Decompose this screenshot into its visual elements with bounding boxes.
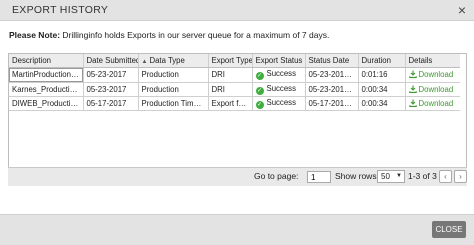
close-icon[interactable]: ×	[458, 2, 466, 18]
cell-data-type: Production	[138, 82, 209, 97]
col-header-status-date[interactable]: Status Date	[305, 54, 359, 68]
sort-asc-icon: ▲	[141, 58, 148, 65]
status-text: Success	[266, 97, 296, 107]
cell-description: DIWEB_Production...	[9, 96, 84, 111]
goto-page-label: Go to page:	[254, 171, 299, 181]
dialog-title: EXPORT HISTORY	[12, 4, 109, 16]
rows-per-page-value: 50	[381, 172, 390, 181]
pagination-bar: Go to page: Show rows: 50 ▼ 1-3 of 3 ‹ ›	[8, 167, 467, 186]
table-header-row: Description Date Submitted ▲ Data Type Ex…	[9, 54, 460, 68]
cell-details: Download	[405, 96, 460, 111]
goto-page-input[interactable]	[307, 171, 331, 183]
cell-data-type: Production	[138, 67, 209, 83]
cell-duration: 0:00:34	[358, 96, 406, 111]
col-header-export-status[interactable]: Export Status	[252, 54, 306, 68]
cell-description-text: MartinProduction D...	[9, 67, 82, 81]
cell-duration: 0:00:34	[358, 82, 406, 97]
download-link-label: Download	[418, 70, 454, 79]
download-icon	[408, 99, 417, 107]
show-rows-label: Show rows:	[335, 171, 379, 181]
download-icon	[408, 85, 417, 93]
cell-date-submitted: 05-17-2017	[83, 96, 139, 111]
cell-date-submitted: 05-23-2017	[83, 67, 139, 83]
cell-export-status: ✓ Success	[252, 82, 306, 97]
cell-status-date: 05-23-2017...	[305, 67, 359, 83]
retention-note: Please Note: Drillinginfo holds Exports …	[9, 30, 329, 40]
cell-export-type: Export for...	[208, 96, 253, 111]
chevron-down-icon: ▼	[396, 173, 402, 179]
cell-export-type: DRI	[208, 82, 253, 97]
export-history-table: Description Date Submitted ▲ Data Type Ex…	[9, 54, 460, 111]
cell-status-date: 05-17-2017...	[305, 96, 359, 111]
col-header-data-type[interactable]: ▲ Data Type	[138, 54, 209, 68]
rows-per-page-select[interactable]: 50 ▼	[377, 170, 405, 183]
cell-details: Download	[405, 82, 460, 97]
dialog-footer: CLOSE	[0, 214, 474, 245]
note-text: Drillinginfo holds Exports in our server…	[60, 30, 330, 40]
col-header-details[interactable]: Details	[405, 54, 460, 68]
col-header-duration[interactable]: Duration	[358, 54, 406, 68]
download-link[interactable]: Download	[408, 98, 454, 108]
close-button[interactable]: CLOSE	[432, 221, 466, 238]
cell-details: Download	[405, 67, 460, 83]
download-link-label: Download	[418, 84, 454, 94]
dialog-header: EXPORT HISTORY ×	[0, 0, 474, 21]
col-header-export-type[interactable]: Export Type	[208, 54, 253, 68]
next-page-button[interactable]: ›	[454, 170, 467, 183]
success-check-icon: ✓	[255, 72, 264, 80]
table-row[interactable]: MartinProduction D... 05-23-2017 Product…	[9, 67, 460, 83]
cell-status-date: 05-23-2017...	[305, 82, 359, 97]
page-range-text: 1-3 of 3	[408, 171, 437, 181]
table-row[interactable]: Karnes_Production... 05-23-2017 Producti…	[9, 82, 460, 97]
download-icon	[408, 70, 417, 78]
cell-date-submitted: 05-23-2017	[83, 82, 139, 97]
cell-export-status: ✓ Success	[252, 67, 306, 83]
export-history-dialog: EXPORT HISTORY × Please Note: Drillingin…	[0, 0, 474, 245]
status-text: Success	[266, 69, 296, 78]
cell-data-type: Production Time ...	[138, 96, 209, 111]
col-header-description[interactable]: Description	[9, 54, 84, 68]
cell-description: Karnes_Production...	[9, 82, 84, 97]
prev-page-button[interactable]: ‹	[439, 170, 452, 183]
cell-export-status: ✓ Success	[252, 96, 306, 111]
col-header-data-type-label: Data Type	[149, 55, 185, 65]
note-prefix: Please Note:	[9, 30, 61, 40]
cell-duration: 0:01:16	[358, 67, 406, 83]
status-text: Success	[266, 83, 296, 93]
cell-description: MartinProduction D...	[9, 67, 84, 83]
success-check-icon: ✓	[255, 100, 264, 109]
cell-export-type: DRI	[208, 67, 253, 83]
success-check-icon: ✓	[255, 86, 264, 95]
download-link[interactable]: Download	[408, 84, 454, 94]
table-row[interactable]: DIWEB_Production... 05-17-2017 Productio…	[9, 96, 460, 111]
download-link-label: Download	[418, 98, 454, 108]
download-link[interactable]: Download	[408, 70, 454, 79]
col-header-date-submitted[interactable]: Date Submitted	[83, 54, 139, 68]
